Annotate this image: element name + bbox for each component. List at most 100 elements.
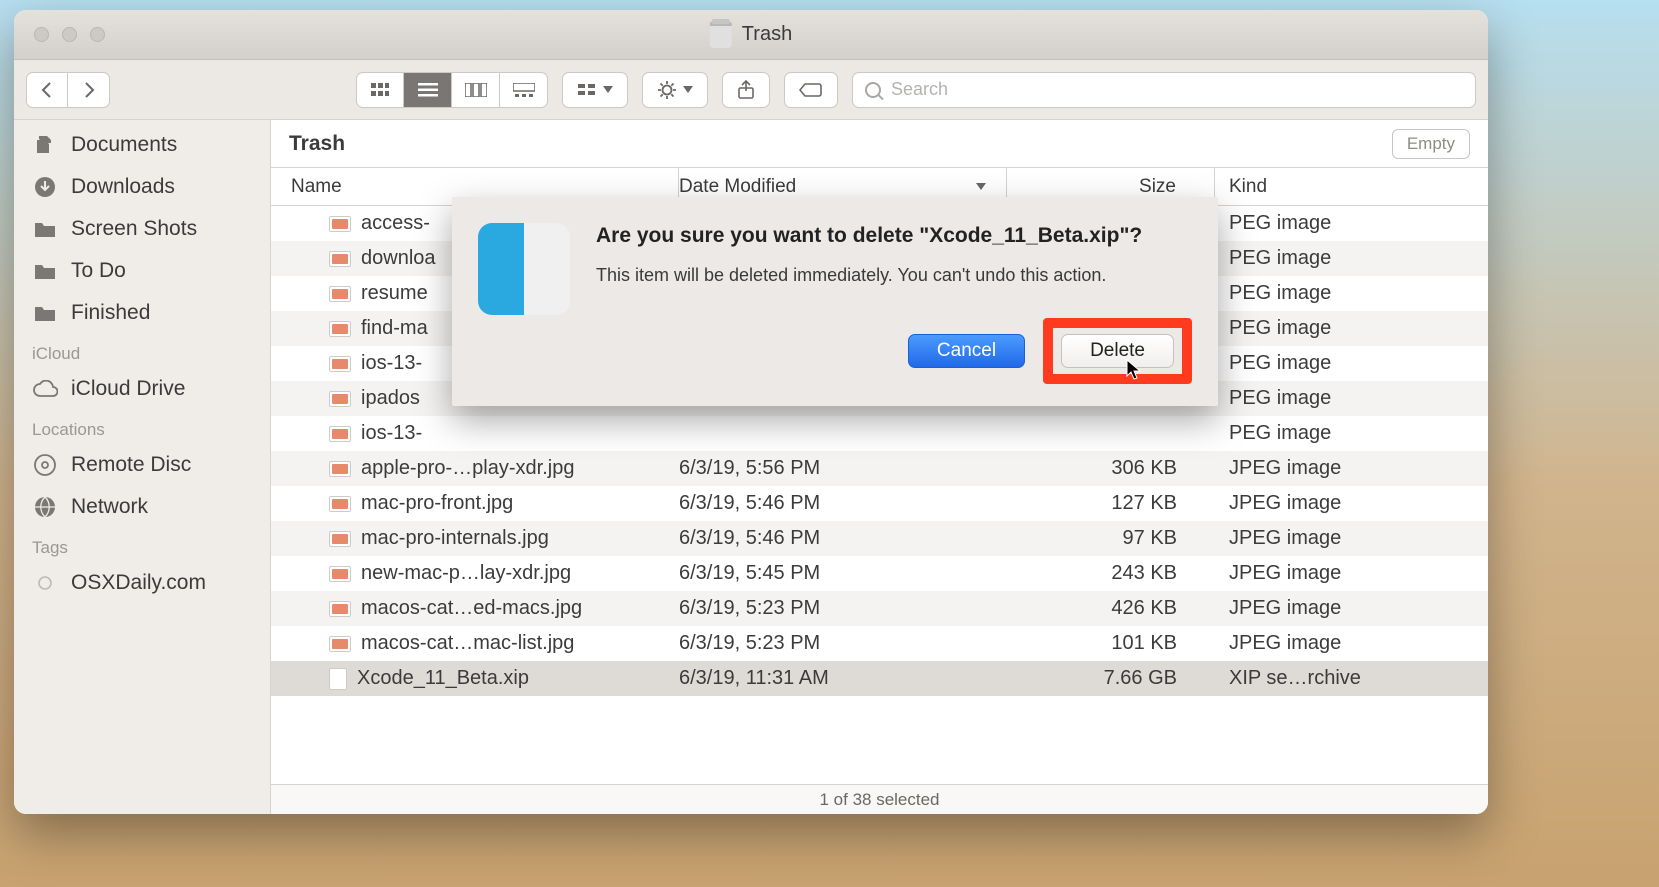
file-date: 6/3/19, 5:23 PM [679, 597, 1007, 620]
file-name: macos-cat…mac-list.jpg [361, 632, 574, 655]
sidebar-item-downloads[interactable]: Downloads [14, 166, 270, 208]
file-kind: JPEG image [1215, 457, 1488, 480]
file-size: 243 KB [1007, 562, 1215, 585]
tags-button[interactable] [784, 72, 838, 108]
cursor-icon [1125, 358, 1143, 382]
sidebar-item-label: Remote Disc [71, 453, 191, 477]
search-icon [865, 82, 881, 98]
folder-icon [32, 258, 58, 284]
sidebar-item-screen-shots[interactable]: Screen Shots [14, 208, 270, 250]
sidebar-item-label: Finished [71, 301, 150, 325]
sidebar-section-tags: Tags [14, 528, 270, 562]
file-kind: PEG image [1215, 387, 1488, 410]
back-button[interactable] [26, 72, 68, 108]
file-name: ios-13- [361, 422, 422, 445]
view-columns-button[interactable] [452, 72, 500, 108]
file-row[interactable]: mac-pro-internals.jpg6/3/19, 5:46 PM97 K… [271, 521, 1488, 556]
sidebar-item-network[interactable]: Network [14, 486, 270, 528]
sort-chevron-icon [976, 183, 986, 190]
file-date: 6/3/19, 5:23 PM [679, 632, 1007, 655]
file-name: apple-pro-…play-xdr.jpg [361, 457, 574, 480]
sidebar: Documents Downloads Screen ShotsTo Do Finis… [14, 120, 271, 814]
titlebar: Trash [14, 10, 1488, 60]
dialog-title: Are you sure you want to delete "Xcode_1… [596, 223, 1192, 249]
documents-icon [32, 132, 58, 158]
minimize-window-button[interactable] [62, 27, 77, 42]
empty-trash-button[interactable]: Empty [1392, 129, 1470, 159]
nav-segmented-control [26, 72, 110, 108]
view-gallery-button[interactable] [500, 72, 548, 108]
sidebar-item-label: Downloads [71, 175, 175, 199]
file-icon [329, 426, 351, 442]
file-row[interactable]: new-mac-p…lay-xdr.jpg6/3/19, 5:45 PM243 … [271, 556, 1488, 591]
folder-icon [32, 300, 58, 326]
maximize-window-button[interactable] [90, 27, 105, 42]
file-kind: JPEG image [1215, 597, 1488, 620]
share-button[interactable] [722, 72, 770, 108]
file-icon [329, 668, 347, 690]
window-title: Trash [710, 22, 792, 48]
file-row[interactable]: Xcode_11_Beta.xip6/3/19, 11:31 AM7.66 GB… [271, 661, 1488, 696]
file-row[interactable]: mac-pro-front.jpg6/3/19, 5:46 PM127 KBJP… [271, 486, 1488, 521]
view-list-button[interactable] [404, 72, 452, 108]
finder-window: Trash [14, 10, 1488, 814]
search-field[interactable] [852, 72, 1476, 108]
sidebar-item-remote-disc[interactable]: Remote Disc [14, 444, 270, 486]
file-date: 6/3/19, 5:56 PM [679, 457, 1007, 480]
file-name: mac-pro-front.jpg [361, 492, 513, 515]
annotation-highlight: Delete [1043, 318, 1192, 384]
file-icon [329, 636, 351, 652]
disc-icon [32, 452, 58, 478]
sidebar-item-label: OSXDaily.com [71, 571, 206, 595]
globe-icon [32, 494, 58, 520]
file-kind: PEG image [1215, 422, 1488, 445]
path-bar: Trash Empty [271, 120, 1488, 168]
file-size: 306 KB [1007, 457, 1215, 480]
sidebar-item-documents[interactable]: Documents [14, 124, 270, 166]
file-date: 6/3/19, 5:46 PM [679, 527, 1007, 550]
file-name: macos-cat…ed-macs.jpg [361, 597, 582, 620]
chevron-down-icon [603, 86, 613, 93]
file-date: 6/3/19, 5:45 PM [679, 562, 1007, 585]
file-row[interactable]: apple-pro-…play-xdr.jpg 6/3/19, 5:56 PM30… [271, 451, 1488, 486]
sidebar-item-icloud-drive[interactable]: iCloud Drive [14, 368, 270, 410]
sidebar-item-osxdaily-com[interactable]: OSXDaily.com [14, 562, 270, 604]
file-kind: XIP se…rchive [1215, 667, 1488, 690]
close-window-button[interactable] [34, 27, 49, 42]
file-kind: JPEG image [1215, 527, 1488, 550]
file-icon [329, 531, 351, 547]
file-row[interactable]: ios-13- PEG image [271, 416, 1488, 451]
file-kind: JPEG image [1215, 562, 1488, 585]
file-size: 127 KB [1007, 492, 1215, 515]
view-icons-button[interactable] [356, 72, 404, 108]
file-kind: PEG image [1215, 247, 1488, 270]
file-row[interactable]: macos-cat…ed-macs.jpg 6/3/19, 5:23 PM426 … [271, 591, 1488, 626]
file-row[interactable]: macos-cat…mac-list.jpg6/3/19, 5:23 PM101… [271, 626, 1488, 661]
file-icon [329, 601, 351, 617]
file-kind: PEG image [1215, 317, 1488, 340]
sidebar-item-finished[interactable]: Finished [14, 292, 270, 334]
sidebar-item-label: Network [71, 495, 148, 519]
file-size: 97 KB [1007, 527, 1215, 550]
file-kind: JPEG image [1215, 632, 1488, 655]
file-icon [329, 286, 351, 302]
file-icon [329, 216, 351, 232]
file-icon [329, 251, 351, 267]
file-name: resume [361, 282, 428, 305]
search-input[interactable] [889, 78, 1463, 101]
file-kind: JPEG image [1215, 492, 1488, 515]
column-header-kind[interactable]: Kind [1215, 168, 1488, 205]
file-icon [329, 391, 351, 407]
action-menu-button[interactable] [642, 72, 708, 108]
file-size: 426 KB [1007, 597, 1215, 620]
delete-button[interactable]: Delete [1061, 334, 1174, 368]
forward-button[interactable] [68, 72, 110, 108]
group-by-button[interactable] [562, 72, 628, 108]
file-kind: PEG image [1215, 282, 1488, 305]
location-title: Trash [289, 132, 345, 156]
window-controls [34, 27, 105, 42]
trash-icon [710, 22, 732, 48]
sidebar-item-to-do[interactable]: To Do [14, 250, 270, 292]
file-icon [329, 461, 351, 477]
cancel-button[interactable]: Cancel [908, 334, 1025, 368]
